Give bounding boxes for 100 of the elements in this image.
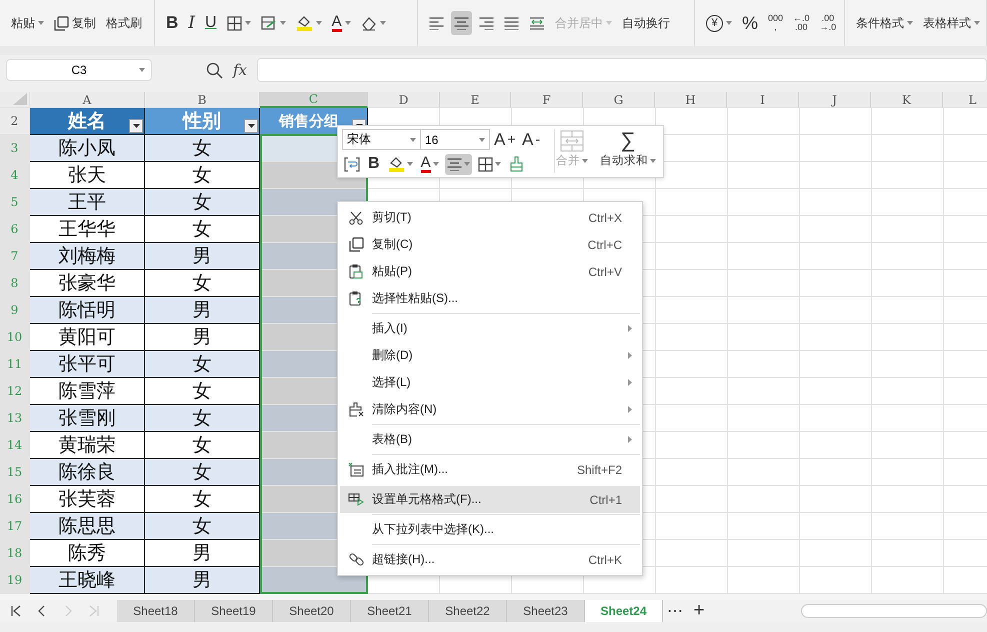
first-sheet-icon[interactable] xyxy=(10,605,22,617)
sheet-tab[interactable]: Sheet18 xyxy=(117,600,195,622)
caret-icon xyxy=(974,21,980,25)
toolbar-button[interactable]: 000 , xyxy=(765,11,786,35)
table-cell: 陈雪萍 xyxy=(30,378,145,405)
align-center-button[interactable] xyxy=(444,154,472,174)
caret-icon xyxy=(464,162,470,166)
column-header[interactable]: A xyxy=(30,92,145,108)
ribbon-button[interactable]: 条件格式 xyxy=(853,11,916,35)
format-cells-icon xyxy=(348,493,364,506)
header-text: 性别 xyxy=(183,110,221,134)
horizontal-scrollbar[interactable] xyxy=(801,604,987,618)
table-cell: 女 xyxy=(145,486,260,513)
paste-icon xyxy=(349,264,363,279)
autosum-button[interactable]: ∑ 自动求和 xyxy=(598,130,658,174)
table-cell: 女 xyxy=(145,432,260,459)
caret-icon xyxy=(432,162,439,166)
toolbar-button[interactable]: I xyxy=(185,11,198,35)
sheet-tab[interactable]: Sheet23 xyxy=(507,600,585,622)
link-icon xyxy=(348,552,364,567)
search-icon[interactable] xyxy=(206,62,223,78)
toolbar-button[interactable]: .00 →.0 xyxy=(816,11,840,35)
table-cell: 男 xyxy=(145,243,260,270)
column-header[interactable]: H xyxy=(655,92,727,108)
toolbar-button[interactable] xyxy=(451,11,472,35)
sheet-tab[interactable]: Sheet21 xyxy=(351,600,429,622)
align-left-icon xyxy=(429,16,444,30)
column-header[interactable]: G xyxy=(583,92,655,108)
format-painter-icon xyxy=(508,156,524,172)
font-size-dropdown[interactable]: 16 xyxy=(420,129,490,150)
caret-icon xyxy=(139,68,145,72)
toolbar-button[interactable]: U xyxy=(202,11,220,35)
table-cell: 男 xyxy=(145,567,260,594)
sheet-tab[interactable]: Sheet20 xyxy=(273,600,351,622)
menu-item[interactable]: 选择(L) xyxy=(340,369,640,396)
add-sheet-button[interactable]: + xyxy=(687,600,711,622)
sheet-tab[interactable]: Sheet24 xyxy=(585,600,663,622)
table-cell: 张芙蓉 xyxy=(30,486,145,513)
column-header[interactable]: D xyxy=(368,92,440,108)
ribbon-button[interactable]: 复制 xyxy=(51,11,99,35)
ribbon-button[interactable]: 表格样式 xyxy=(920,11,983,35)
table-cell: 王华华 xyxy=(30,216,145,243)
caret-icon xyxy=(494,162,501,166)
toolbar-button[interactable]: % xyxy=(739,11,762,35)
menu-item[interactable]: 复制(C) Ctrl+C xyxy=(340,231,640,258)
name-box[interactable]: C3 xyxy=(6,59,152,81)
ribbon-button[interactable]: 粘贴 xyxy=(8,11,47,35)
column-header[interactable]: B xyxy=(145,92,260,108)
caret-icon xyxy=(406,162,413,166)
more-sheets-button[interactable]: ⋯ xyxy=(663,600,687,622)
menu-item[interactable]: 剪切(T) Ctrl+X xyxy=(340,204,640,231)
merge-cells-icon xyxy=(560,130,584,152)
function-button[interactable]: fx xyxy=(233,61,248,79)
caret-icon xyxy=(650,158,656,162)
cell-style-icon xyxy=(260,16,277,30)
align-right-icon xyxy=(479,16,494,30)
row-number[interactable]: 2 xyxy=(0,108,30,135)
align-center-icon xyxy=(446,158,462,170)
column-header[interactable]: I xyxy=(727,92,799,108)
table-cell: 陈徐良 xyxy=(30,459,145,486)
toolbar-button[interactable]: ¥ xyxy=(703,11,735,35)
table-cell: 女 xyxy=(145,378,260,405)
caret-icon xyxy=(248,124,254,128)
header-text: 销售分组 xyxy=(279,112,339,130)
table-cell: 男 xyxy=(145,540,260,567)
align-center-icon xyxy=(454,16,469,30)
caret-icon xyxy=(132,124,140,128)
toolbar-button[interactable]: A xyxy=(328,11,354,35)
toolbar-button[interactable]: ←.0 .00 xyxy=(790,11,813,35)
ribbon-button[interactable]: 格式刷 xyxy=(103,11,145,35)
sheet-tab[interactable]: Sheet22 xyxy=(429,600,507,622)
column-header[interactable]: F xyxy=(511,92,583,108)
caret-icon xyxy=(244,21,251,25)
submenu-arrow-icon xyxy=(628,379,632,386)
menu-item[interactable]: 删除(D) xyxy=(340,342,640,369)
caret-icon xyxy=(280,21,286,25)
formula-input[interactable] xyxy=(257,58,987,82)
column-header[interactable]: E xyxy=(440,92,511,108)
column-header[interactable]: K xyxy=(871,92,943,108)
menu-item[interactable]: 清除内容(N) xyxy=(340,396,640,423)
submenu-arrow-icon xyxy=(628,325,632,332)
ribbon-button[interactable]: 自动换行 xyxy=(619,11,673,35)
toolbar-button[interactable]: B xyxy=(163,11,182,35)
column-header[interactable]: L xyxy=(943,92,987,108)
table-cell: 黄阳可 xyxy=(30,324,145,351)
bold-button[interactable]: B xyxy=(366,154,382,174)
table-cell: 陈小凤 xyxy=(30,135,145,162)
table-cell: 黄瑞荣 xyxy=(30,432,145,459)
table-cell: 男 xyxy=(145,324,260,351)
caret-icon xyxy=(606,21,612,25)
sheet-tab[interactable]: Sheet19 xyxy=(195,600,273,622)
column-header[interactable]: J xyxy=(799,92,871,108)
table-cell: 张豪华 xyxy=(30,270,145,297)
filter-button[interactable] xyxy=(129,119,143,133)
menu-item[interactable]: 选择性粘贴(S)... xyxy=(340,285,640,312)
caret-icon xyxy=(380,21,386,25)
font-color-button[interactable]: A xyxy=(418,154,441,174)
menu-item[interactable]: 设置单元格格式(F)... Ctrl+1 xyxy=(340,483,640,513)
menu-item[interactable]: 粘贴(P) Ctrl+V xyxy=(340,258,640,285)
filter-button[interactable] xyxy=(244,119,258,133)
